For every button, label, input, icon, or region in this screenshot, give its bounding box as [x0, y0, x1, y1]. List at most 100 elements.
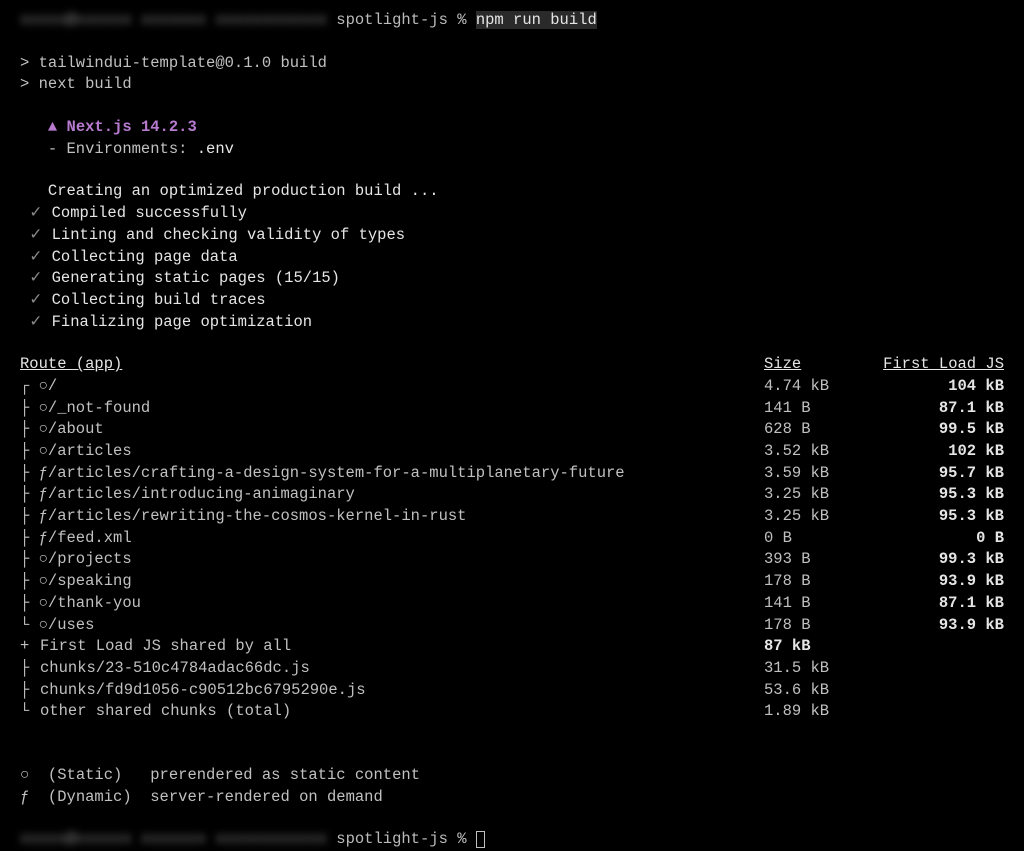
route-size: 3.25 kB — [764, 506, 874, 528]
route-path: /articles/crafting-a-design-system-for-a… — [48, 463, 764, 485]
build-step: ✓ Linting and checking validity of types — [20, 225, 1004, 247]
route-row: ├ ○ /thank-you141 B87.1 kB — [20, 593, 1004, 615]
prompt-cwd: spotlight-js — [336, 830, 448, 848]
route-first-load: 102 kB — [874, 441, 1004, 463]
prompt-line-2[interactable]: xxxxx@xxxxxx xxxxxxx xxxxxxxxxxxx spotli… — [20, 829, 1004, 851]
route-path: /about — [48, 419, 764, 441]
route-size: 178 B — [764, 571, 874, 593]
route-row: ├ ○ /articles3.52 kB102 kB — [20, 441, 1004, 463]
tree-marker: ├ ○ — [20, 398, 48, 420]
check-icon: ✓ — [29, 248, 42, 266]
header-route-col: Route (app) — [20, 354, 764, 376]
route-first-load: 87.1 kB — [874, 593, 1004, 615]
chunk-size: 1.89 kB — [764, 701, 874, 723]
build-creating: Creating an optimized production build .… — [20, 181, 1004, 203]
tree-marker: ├ ƒ — [20, 506, 48, 528]
route-path: /articles/introducing-animaginary — [48, 484, 764, 506]
chunk-row: ├ chunks/23-510c4784adac66dc.js31.5 kB — [20, 658, 1004, 680]
tree-marker: ├ ○ — [20, 593, 48, 615]
terminal-cursor[interactable] — [476, 831, 485, 848]
legend-static: ○ (Static) prerendered as static content — [20, 765, 1004, 787]
route-first-load: 0 B — [874, 528, 1004, 550]
route-row: ├ ○ /_not-found141 B87.1 kB — [20, 398, 1004, 420]
shared-header-row: + First Load JS shared by all 87 kB — [20, 636, 1004, 658]
blurred-user-host: xxxxx@xxxxxx xxxxxxx xxxxxxxxxxxx — [20, 830, 327, 848]
route-first-load: 93.9 kB — [874, 615, 1004, 637]
route-row: ├ ○ /about628 B99.5 kB — [20, 419, 1004, 441]
route-path: /feed.xml — [48, 528, 764, 550]
route-first-load: 87.1 kB — [874, 398, 1004, 420]
prompt-cwd: spotlight-js — [336, 11, 448, 29]
build-step: ✓ Generating static pages (15/15) — [20, 268, 1004, 290]
route-row: ├ ƒ /articles/introducing-animaginary3.2… — [20, 484, 1004, 506]
tree-marker: ├ ○ — [20, 441, 48, 463]
route-row: ├ ƒ /articles/rewriting-the-cosmos-kerne… — [20, 506, 1004, 528]
legend-dynamic: ƒ (Dynamic) server-rendered on demand — [20, 787, 1004, 809]
blurred-user-host: xxxxx@xxxxxx xxxxxxx xxxxxxxxxxxx — [20, 11, 327, 29]
chunk-path: chunks/23-510c4784adac66dc.js — [40, 658, 764, 680]
chunk-row: └ other shared chunks (total)1.89 kB — [20, 701, 1004, 723]
check-icon: ✓ — [29, 291, 42, 309]
route-size: 393 B — [764, 549, 874, 571]
build-step: ✓ Collecting page data — [20, 247, 1004, 269]
chunk-size: 31.5 kB — [764, 658, 874, 680]
tree-marker: ├ ƒ — [20, 528, 48, 550]
route-first-load: 104 kB — [874, 376, 1004, 398]
command-text: npm run build — [476, 11, 597, 29]
route-row: ┌ ○ /4.74 kB104 kB — [20, 376, 1004, 398]
prompt-line-1: xxxxx@xxxxxx xxxxxxx xxxxxxxxxxxx spotli… — [20, 10, 1004, 32]
check-icon: ✓ — [29, 226, 42, 244]
check-icon: ✓ — [29, 204, 42, 222]
nextjs-environments: - Environments: .env — [20, 139, 1004, 161]
chunk-path: other shared chunks (total) — [40, 701, 764, 723]
route-size: 0 B — [764, 528, 874, 550]
prompt-symbol: % — [457, 830, 466, 848]
route-size: 3.25 kB — [764, 484, 874, 506]
check-icon: ✓ — [29, 313, 42, 331]
route-first-load: 95.3 kB — [874, 506, 1004, 528]
route-size: 178 B — [764, 615, 874, 637]
nextjs-header: ▲ Next.js 14.2.3 — [20, 117, 1004, 139]
tree-marker: ├ ○ — [20, 549, 48, 571]
route-size: 141 B — [764, 398, 874, 420]
route-first-load: 99.5 kB — [874, 419, 1004, 441]
npm-output-line: > tailwindui-template@0.1.0 build — [20, 53, 1004, 75]
tree-marker: ┌ ○ — [20, 376, 48, 398]
route-path: /_not-found — [48, 398, 764, 420]
route-path: /uses — [48, 615, 764, 637]
chunk-size: 53.6 kB — [764, 680, 874, 702]
tree-marker: ├ — [20, 680, 40, 702]
shared-tree: + — [20, 636, 40, 658]
route-size: 628 B — [764, 419, 874, 441]
route-first-load: 93.9 kB — [874, 571, 1004, 593]
route-size: 4.74 kB — [764, 376, 874, 398]
route-size: 3.52 kB — [764, 441, 874, 463]
route-first-load: 95.7 kB — [874, 463, 1004, 485]
build-step: ✓ Finalizing page optimization — [20, 312, 1004, 334]
tree-marker: ├ ○ — [20, 419, 48, 441]
chunk-path: chunks/fd9d1056-c90512bc6795290e.js — [40, 680, 764, 702]
route-size: 3.59 kB — [764, 463, 874, 485]
tree-marker: └ ○ — [20, 615, 48, 637]
route-first-load: 95.3 kB — [874, 484, 1004, 506]
route-first-load: 99.3 kB — [874, 549, 1004, 571]
route-path: /articles — [48, 441, 764, 463]
chunk-row: ├ chunks/fd9d1056-c90512bc6795290e.js53.… — [20, 680, 1004, 702]
route-table-header: Route (app) Size First Load JS — [20, 354, 1004, 376]
route-row: └ ○ /uses178 B93.9 kB — [20, 615, 1004, 637]
tree-marker: └ — [20, 701, 40, 723]
route-path: /speaking — [48, 571, 764, 593]
route-path: /thank-you — [48, 593, 764, 615]
route-path: / — [48, 376, 764, 398]
route-path: /articles/rewriting-the-cosmos-kernel-in… — [48, 506, 764, 528]
header-firstload-col: First Load JS — [874, 354, 1004, 376]
tree-marker: ├ ○ — [20, 571, 48, 593]
header-size-col: Size — [764, 354, 874, 376]
route-path: /projects — [48, 549, 764, 571]
tree-marker: ├ ƒ — [20, 463, 48, 485]
route-row: ├ ƒ /feed.xml0 B0 B — [20, 528, 1004, 550]
tree-marker: ├ — [20, 658, 40, 680]
tree-marker: ├ ƒ — [20, 484, 48, 506]
route-row: ├ ○ /projects393 B99.3 kB — [20, 549, 1004, 571]
route-size: 141 B — [764, 593, 874, 615]
